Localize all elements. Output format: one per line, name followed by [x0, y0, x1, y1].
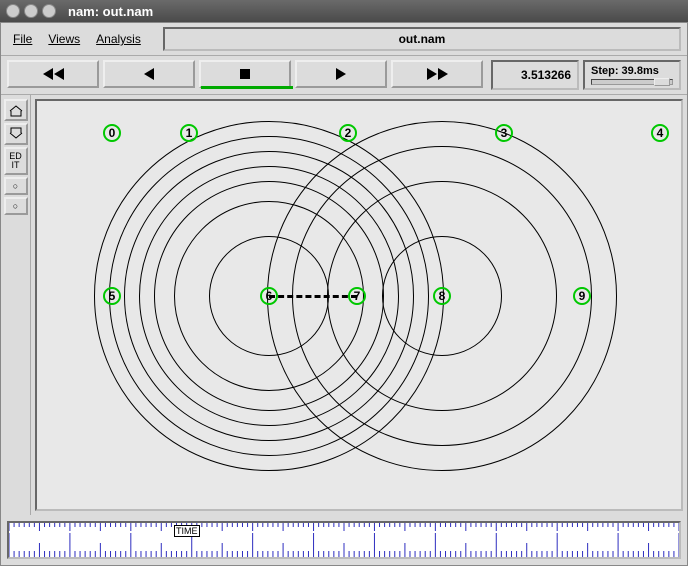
sidebar-option-1[interactable]: ○: [4, 177, 28, 195]
step-display: Step: 39.8ms: [583, 60, 681, 90]
sidebar-option-2[interactable]: ○: [4, 197, 28, 215]
edit-button[interactable]: ED IT: [4, 147, 28, 175]
step-slider-thumb[interactable]: [654, 78, 670, 86]
node-9[interactable]: 9: [573, 287, 591, 305]
zoom-in-button[interactable]: [4, 99, 28, 121]
node-1[interactable]: 1: [180, 124, 198, 142]
time-marker[interactable]: TIME: [174, 525, 200, 537]
window-button-1[interactable]: [6, 4, 20, 18]
box-down-icon: [8, 127, 24, 141]
node-6[interactable]: 6: [260, 287, 278, 305]
step-back-button[interactable]: [103, 60, 195, 88]
window-titlebar: nam: out.nam: [0, 0, 688, 22]
zoom-out-button[interactable]: [4, 123, 28, 145]
node-4[interactable]: 4: [651, 124, 669, 142]
step-label: Step: 39.8ms: [591, 65, 673, 77]
main-area: ED IT ○ ○ 0 1 2 3 4 5 6 7 8 9: [1, 95, 687, 515]
timeline-ruler: [9, 523, 679, 557]
window-button-3[interactable]: [42, 4, 56, 18]
window-title: nam: out.nam: [68, 4, 153, 19]
menu-views[interactable]: Views: [42, 30, 86, 48]
filename-display: out.nam: [163, 27, 681, 51]
sidebar: ED IT ○ ○: [1, 95, 31, 515]
menu-file[interactable]: File: [7, 30, 38, 48]
progress-bar: [201, 86, 293, 89]
node-0[interactable]: 0: [103, 124, 121, 142]
rewind-button[interactable]: [7, 60, 99, 88]
node-7[interactable]: 7: [348, 287, 366, 305]
main-window: File Views Analysis out.nam 3.513266 Ste…: [0, 22, 688, 566]
node-3[interactable]: 3: [495, 124, 513, 142]
node-2[interactable]: 2: [339, 124, 357, 142]
box-up-icon: [8, 103, 24, 117]
fast-forward-button[interactable]: [391, 60, 483, 88]
timeline[interactable]: TIME: [7, 521, 681, 559]
node-5[interactable]: 5: [103, 287, 121, 305]
animation-canvas[interactable]: 0 1 2 3 4 5 6 7 8 9: [35, 99, 683, 511]
time-display: 3.513266: [491, 60, 579, 90]
playback-toolbar: 3.513266 Step: 39.8ms: [1, 56, 687, 95]
menubar: File Views Analysis out.nam: [1, 23, 687, 56]
timeline-wrap: TIME: [1, 515, 687, 565]
step-slider[interactable]: [591, 79, 673, 85]
node-8[interactable]: 8: [433, 287, 451, 305]
play-button[interactable]: [295, 60, 387, 88]
menu-analysis[interactable]: Analysis: [90, 30, 147, 48]
stop-button[interactable]: [199, 60, 291, 88]
canvas-wrap: 0 1 2 3 4 5 6 7 8 9: [31, 95, 687, 515]
packet-link: [269, 295, 357, 298]
window-button-2[interactable]: [24, 4, 38, 18]
